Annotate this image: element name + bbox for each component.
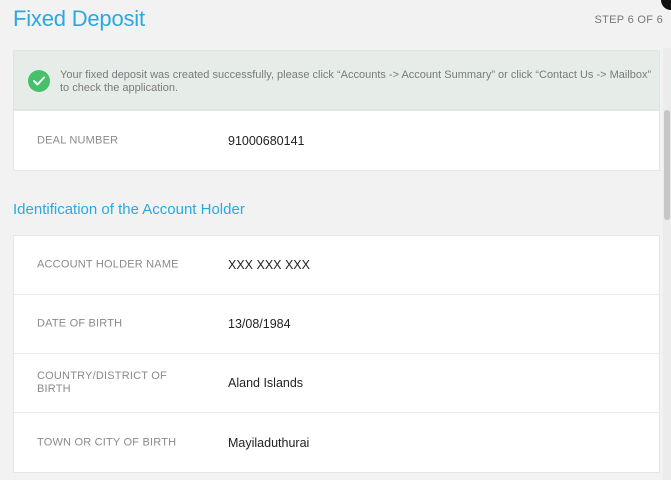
date-of-birth-label: DATE OF BIRTH — [37, 317, 123, 330]
date-of-birth-row: DATE OF BIRTH 13/08/1984 — [14, 295, 659, 354]
main-content: Your fixed deposit was created successfu… — [13, 50, 660, 473]
country-of-birth-value: Aland Islands — [228, 376, 304, 390]
date-of-birth-value: 13/08/1984 — [228, 317, 291, 331]
town-of-birth-label: TOWN OR CITY OF BIRTH — [37, 436, 177, 448]
town-of-birth-row: TOWN OR CITY OF BIRTH Mayiladuthurai — [14, 413, 659, 472]
check-circle-icon — [28, 70, 50, 92]
vertical-scrollbar[interactable] — [663, 48, 671, 480]
section-title-account-holder: Identification of the Account Holder — [13, 201, 245, 218]
account-holder-name-label: ACCOUNT HOLDER NAME — [37, 258, 179, 271]
deal-number-value: 91000680141 — [228, 133, 305, 148]
page-title: Fixed Deposit — [13, 6, 145, 31]
deal-card: DEAL NUMBER 91000680141 — [13, 110, 660, 171]
country-of-birth-row: COUNTRY/DISTRICT OF BIRTH Aland Islands — [14, 354, 659, 413]
step-indicator: STEP 6 OF 6 — [594, 14, 663, 26]
deal-number-row: DEAL NUMBER 91000680141 — [14, 111, 659, 170]
page-header: Fixed Deposit STEP 6 OF 6 — [0, 0, 671, 40]
fixed-deposit-page: Fixed Deposit STEP 6 OF 6 Your fixed dep… — [0, 0, 671, 480]
success-banner: Your fixed deposit was created successfu… — [13, 50, 660, 110]
success-message: Your fixed deposit was created successfu… — [60, 69, 652, 94]
deal-number-label: DEAL NUMBER — [37, 134, 119, 146]
account-holder-name-row: ACCOUNT HOLDER NAME XXX XXX XXX — [14, 236, 659, 295]
account-holder-card: ACCOUNT HOLDER NAME XXX XXX XXX DATE OF … — [13, 235, 660, 473]
town-of-birth-value: Mayiladuthurai — [228, 435, 310, 450]
scrollbar-thumb[interactable] — [664, 110, 670, 220]
country-of-birth-label: COUNTRY/DISTRICT OF BIRTH — [37, 370, 167, 395]
account-holder-name-value: XXX XXX XXX — [228, 258, 310, 272]
